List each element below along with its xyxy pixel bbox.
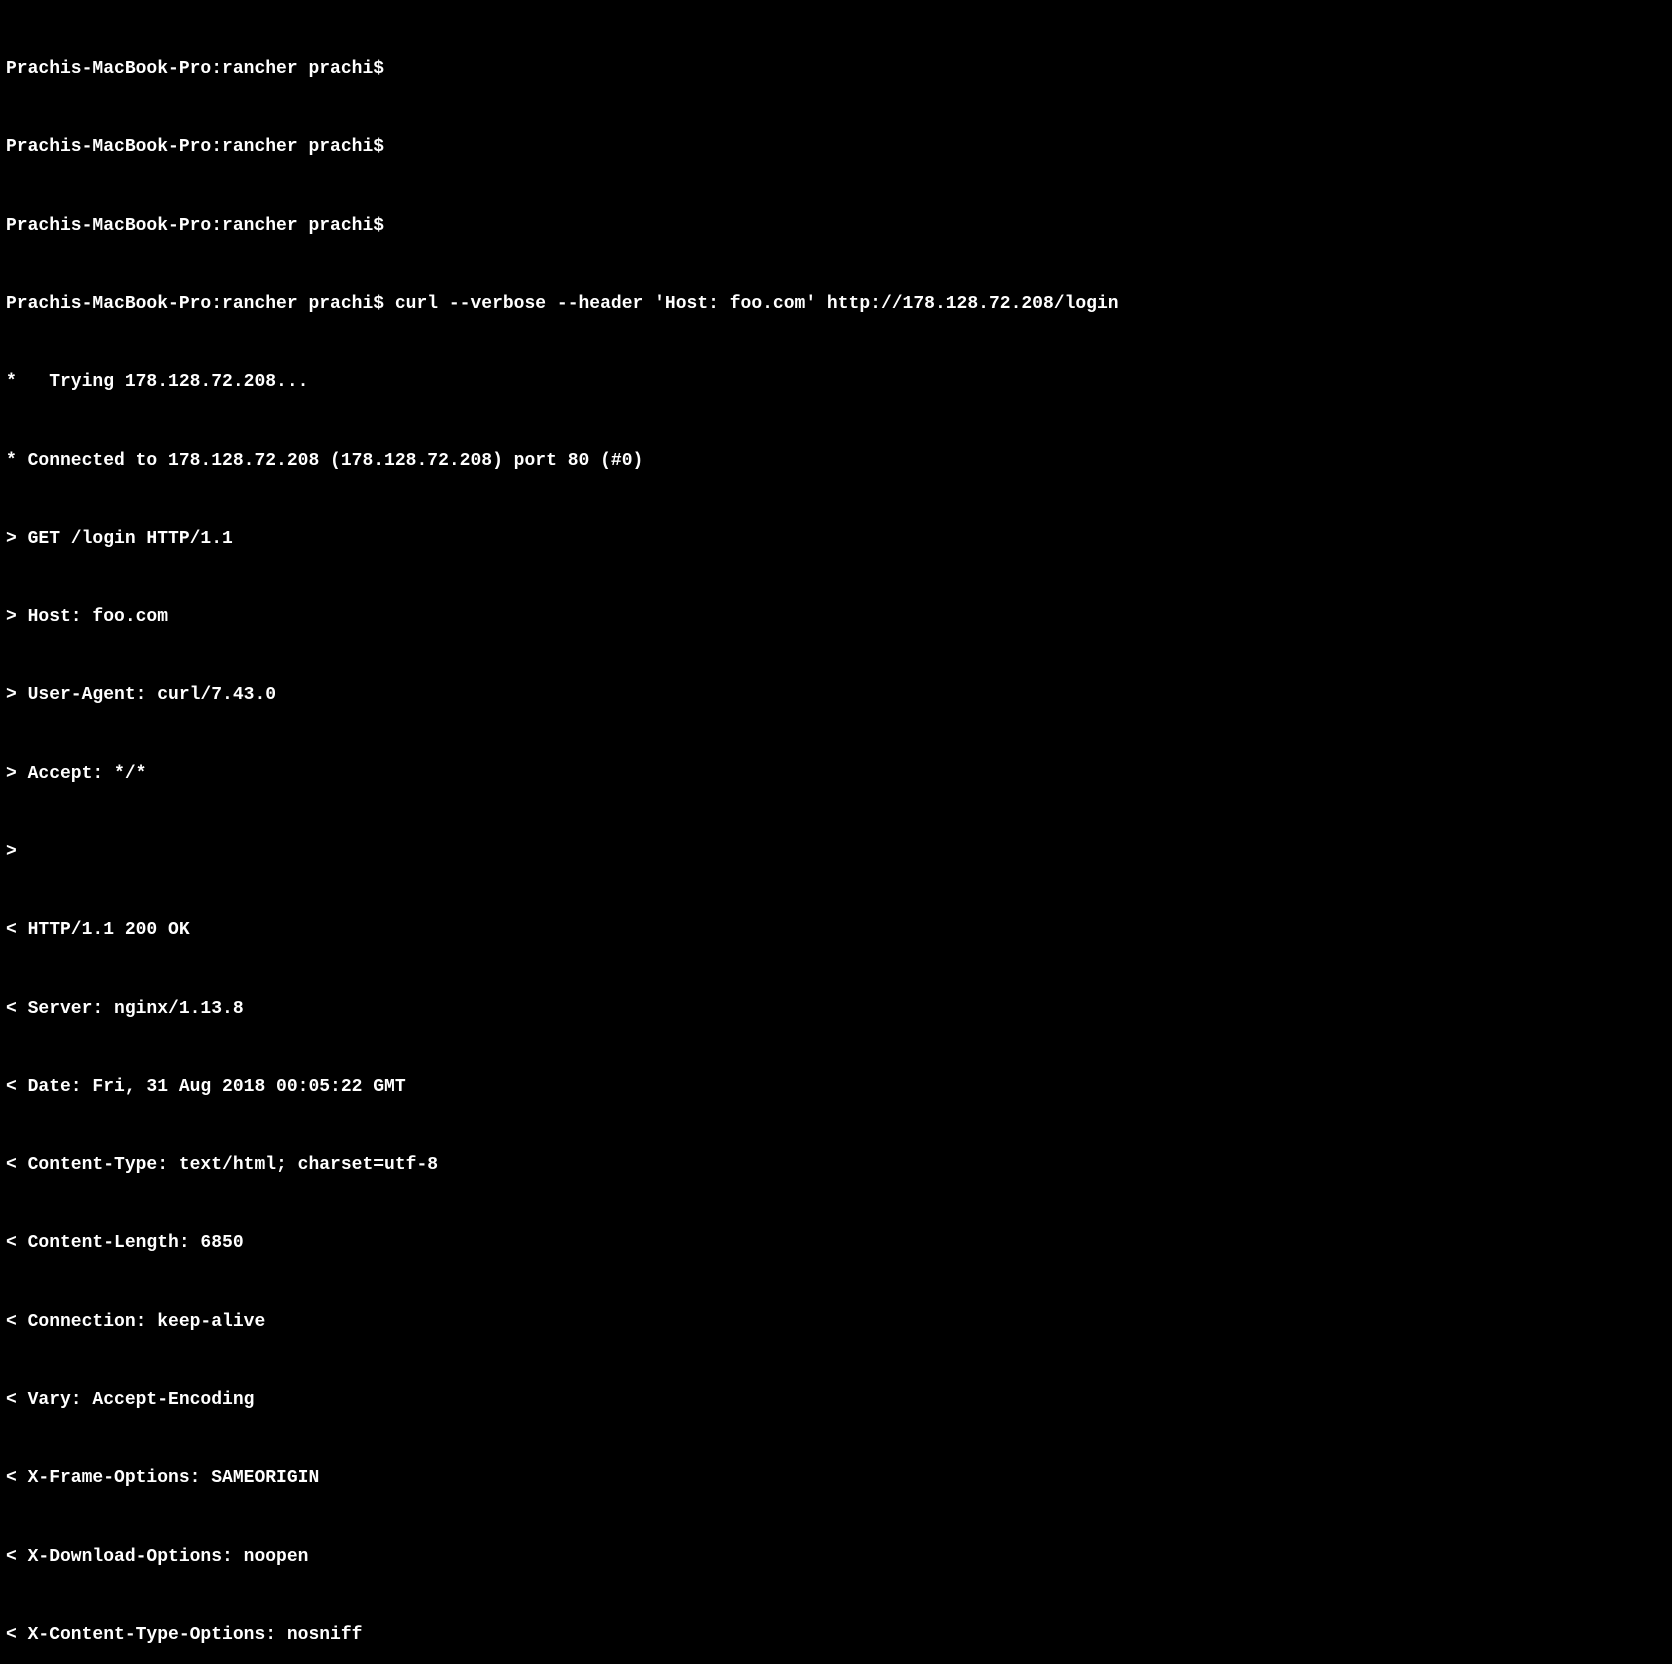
terminal-line: < X-Frame-Options: SAMEORIGIN — [6, 1465, 1666, 1491]
terminal-line: < Vary: Accept-Encoding — [6, 1387, 1666, 1413]
terminal-line: < Server: nginx/1.13.8 — [6, 996, 1666, 1022]
terminal-line: Prachis-MacBook-Pro:rancher prachi$ — [6, 213, 1666, 239]
terminal-line: * Trying 178.128.72.208... — [6, 369, 1666, 395]
terminal-line: < Date: Fri, 31 Aug 2018 00:05:22 GMT — [6, 1074, 1666, 1100]
terminal-line: < HTTP/1.1 200 OK — [6, 917, 1666, 943]
terminal-line: > Host: foo.com — [6, 604, 1666, 630]
terminal-line: < X-Content-Type-Options: nosniff — [6, 1622, 1666, 1648]
terminal-line: < X-Download-Options: noopen — [6, 1544, 1666, 1570]
terminal-line: > Accept: */* — [6, 761, 1666, 787]
terminal-output[interactable]: Prachis-MacBook-Pro:rancher prachi$ Prac… — [6, 4, 1666, 1664]
terminal-line: Prachis-MacBook-Pro:rancher prachi$ — [6, 134, 1666, 160]
terminal-line: > GET /login HTTP/1.1 — [6, 526, 1666, 552]
terminal-line: * Connected to 178.128.72.208 (178.128.7… — [6, 448, 1666, 474]
terminal-line: < Content-Type: text/html; charset=utf-8 — [6, 1152, 1666, 1178]
terminal-line: < Content-Length: 6850 — [6, 1230, 1666, 1256]
terminal-line: Prachis-MacBook-Pro:rancher prachi$ — [6, 56, 1666, 82]
terminal-line: Prachis-MacBook-Pro:rancher prachi$ curl… — [6, 291, 1666, 317]
terminal-line: < Connection: keep-alive — [6, 1309, 1666, 1335]
terminal-line: > — [6, 839, 1666, 865]
terminal-line: > User-Agent: curl/7.43.0 — [6, 682, 1666, 708]
